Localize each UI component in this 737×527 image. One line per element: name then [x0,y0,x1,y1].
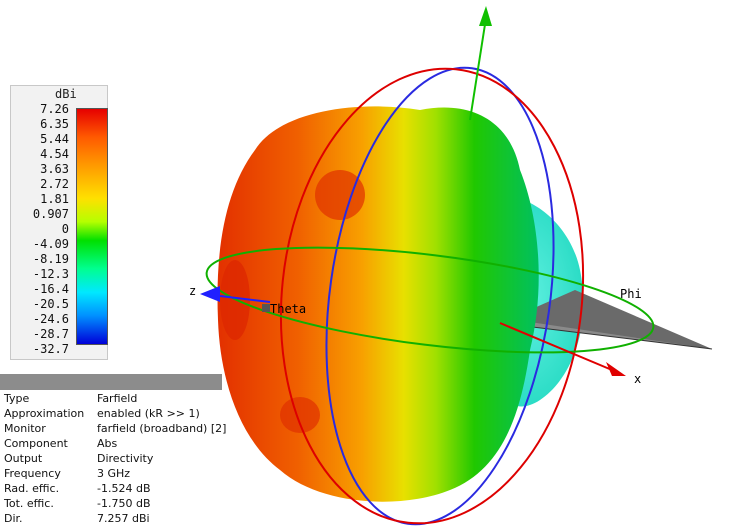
farfield-info-panel: Type Farfield Approximation enabled (kR >> … [0,374,226,526]
legend-tick: -12.3 [32,267,69,281]
legend-tick: -16.4 [32,282,69,296]
legend-tick: 7.26 [40,102,69,116]
info-key: Rad. effic. [4,482,60,495]
info-value: farfield (broadband) [2] [97,422,227,435]
info-value: -1.750 dB [97,497,151,510]
x-axis-label: x [634,372,641,386]
info-value: enabled (kR >> 1) [97,407,200,420]
color-scale-legend: dBi 7.26 6.35 5.44 4.54 3.63 2.72 1.81 0.907 0 -4… [10,85,108,360]
info-value: Directivity [97,452,154,465]
info-key: Component [4,437,68,450]
legend-tick: -28.7 [32,327,69,341]
z-axis-arrow [200,286,220,302]
y-axis-arrow [479,6,492,26]
info-key: Output [4,452,43,465]
phi-label: Phi [620,287,642,301]
legend-tick: 5.44 [40,132,69,146]
legend-tick: 4.54 [40,147,69,161]
info-key: Frequency [4,467,61,480]
legend-tick: 3.63 [40,162,69,176]
legend-tick: -4.09 [32,237,69,251]
info-key: Monitor [4,422,46,435]
legend-color-bar [76,108,108,345]
info-value: 7.257 dBi [97,512,150,525]
legend-unit: dBi [55,87,77,101]
info-key: Type [4,392,30,405]
info-value: Farfield [97,392,138,405]
legend-tick: 0.907 [32,207,69,221]
theta-marker [262,304,270,312]
info-value: Abs [97,437,118,450]
legend-tick: -8.19 [32,252,69,266]
legend-tick: -32.7 [32,342,69,356]
info-key: Tot. effic. [4,497,54,510]
info-value: -1.524 dB [97,482,151,495]
info-key: Dir. [4,512,23,525]
legend-tick: 0 [61,222,69,236]
theta-label: Theta [270,302,306,316]
legend-tick: 1.81 [40,192,69,206]
z-axis-label: z [189,284,196,298]
legend-tick: 2.72 [40,177,69,191]
legend-tick: -20.5 [32,297,69,311]
legend-tick: -24.6 [32,312,69,326]
info-panel-header[interactable] [0,374,222,390]
legend-tick: 6.35 [40,117,69,131]
x-axis-arrow [606,362,626,376]
info-key: Approximation [4,407,85,420]
info-value: 3 GHz [97,467,131,480]
